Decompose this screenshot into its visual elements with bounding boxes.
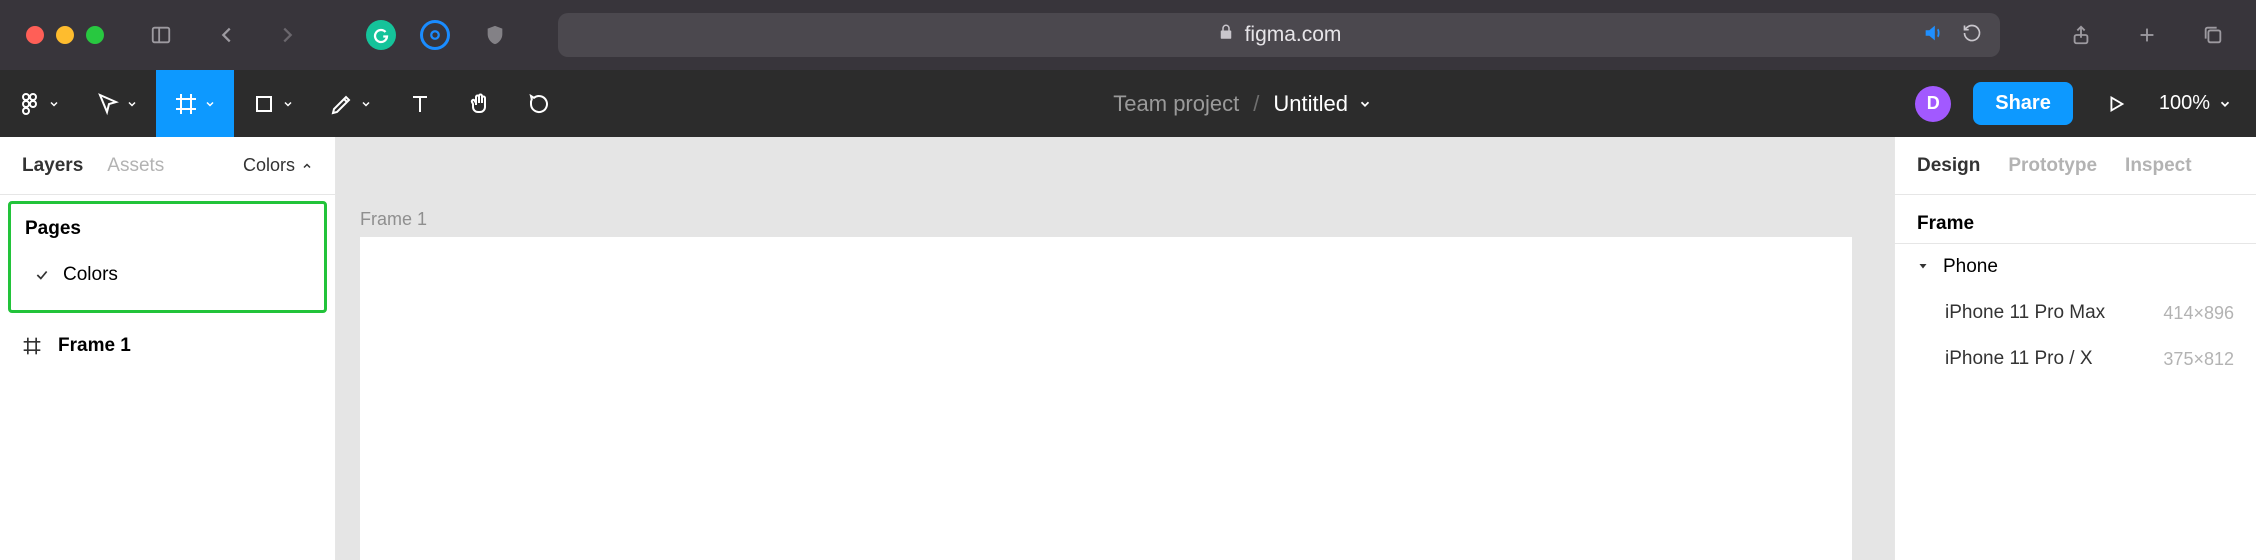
pages-section: Pages Colors (8, 201, 327, 313)
text-tool[interactable] (390, 70, 450, 137)
grammarly-extension-icon[interactable] (366, 20, 396, 50)
frame-rect[interactable] (360, 237, 1852, 560)
address-bar[interactable]: figma.com (558, 13, 2000, 57)
back-button[interactable] (206, 14, 248, 56)
preset-dims: 375×812 (2163, 349, 2234, 370)
figma-menu-button[interactable] (0, 70, 78, 137)
main: Layers Assets Colors Pages Colors (0, 137, 2256, 560)
avatar[interactable]: D (1915, 86, 1951, 122)
page-picker-label: Colors (243, 155, 295, 176)
hand-tool[interactable] (450, 70, 510, 137)
preset-name: iPhone 11 Pro / X (1945, 348, 2093, 370)
chevron-down-icon (2218, 97, 2232, 111)
page-item-label: Colors (63, 264, 118, 286)
preset-dims: 414×896 (2163, 303, 2234, 324)
frame-tool[interactable] (156, 70, 234, 137)
layer-item-label: Frame 1 (58, 335, 131, 357)
onepassword-extension-icon[interactable] (420, 20, 450, 50)
page-item-colors[interactable]: Colors (25, 264, 310, 286)
close-window-button[interactable] (26, 26, 44, 44)
layer-item-frame-1[interactable]: Frame 1 (22, 335, 313, 357)
right-panel: Design Prototype Inspect Frame Phone iPh… (1894, 137, 2256, 560)
browser-right-controls (2060, 14, 2234, 56)
frame-icon (22, 336, 42, 356)
share-button[interactable]: Share (1973, 82, 2073, 125)
chevron-down-icon (1358, 97, 1372, 111)
tab-assets[interactable]: Assets (107, 155, 164, 177)
frame-preset-iphone-11-pro-max[interactable]: iPhone 11 Pro Max 414×896 (1895, 290, 2256, 336)
frame-category-phone[interactable]: Phone (1895, 244, 2256, 290)
toolbar-right: D Share 100% (1915, 82, 2256, 125)
right-panel-tabs: Design Prototype Inspect (1895, 137, 2256, 195)
reload-icon[interactable] (1962, 23, 1982, 48)
frame-1[interactable]: Frame 1 (360, 237, 1852, 560)
new-tab-icon[interactable] (2126, 14, 2168, 56)
maximize-window-button[interactable] (86, 26, 104, 44)
frame-section-header: Frame (1895, 195, 2256, 244)
shape-tool[interactable] (234, 70, 312, 137)
figma-toolbar: Team project / Untitled D Share 100% (0, 70, 2256, 137)
present-button[interactable] (2095, 83, 2137, 125)
breadcrumb-separator: / (1253, 91, 1259, 117)
zoom-value: 100% (2159, 92, 2210, 115)
sound-icon[interactable] (1922, 22, 1944, 49)
caret-down-icon (1917, 256, 1935, 278)
window-controls (26, 26, 104, 44)
share-icon[interactable] (2060, 14, 2102, 56)
doc-name: Untitled (1273, 91, 1348, 117)
check-icon (35, 268, 49, 282)
sidebar-toggle-icon[interactable] (140, 14, 182, 56)
share-label: Share (1995, 92, 2051, 114)
comment-tool[interactable] (510, 70, 570, 137)
tabs-overview-icon[interactable] (2192, 14, 2234, 56)
frame-category-label: Phone (1943, 256, 1998, 278)
frame-label[interactable]: Frame 1 (360, 209, 427, 230)
breadcrumb-team[interactable]: Team project (1113, 91, 1239, 117)
breadcrumb: Team project / Untitled (570, 91, 1915, 117)
browser-chrome: figma.com (0, 0, 2256, 70)
extensions (366, 14, 516, 56)
pages-header: Pages (25, 218, 310, 240)
move-tool[interactable] (78, 70, 156, 137)
tab-design[interactable]: Design (1917, 155, 1980, 177)
canvas[interactable]: Frame 1 (336, 137, 1894, 560)
frame-preset-iphone-11-pro-x[interactable]: iPhone 11 Pro / X 375×812 (1895, 336, 2256, 382)
chevron-up-icon (301, 160, 313, 172)
nav-arrows (206, 14, 308, 56)
tab-layers[interactable]: Layers (22, 155, 83, 177)
privacy-shield-icon[interactable] (474, 14, 516, 56)
page-picker[interactable]: Colors (243, 155, 313, 176)
layers-list: Frame 1 (0, 313, 335, 357)
pen-tool[interactable] (312, 70, 390, 137)
minimize-window-button[interactable] (56, 26, 74, 44)
tab-prototype[interactable]: Prototype (2008, 155, 2097, 177)
left-panel-tabs: Layers Assets Colors (0, 137, 335, 195)
lock-icon (1217, 23, 1235, 47)
preset-name: iPhone 11 Pro Max (1945, 302, 2105, 324)
breadcrumb-doc[interactable]: Untitled (1273, 91, 1372, 117)
avatar-initial: D (1927, 93, 1940, 114)
left-panel: Layers Assets Colors Pages Colors (0, 137, 336, 560)
address-bar-domain: figma.com (1245, 23, 1342, 47)
zoom-control[interactable]: 100% (2159, 92, 2232, 115)
tab-inspect[interactable]: Inspect (2125, 155, 2192, 177)
forward-button[interactable] (266, 14, 308, 56)
